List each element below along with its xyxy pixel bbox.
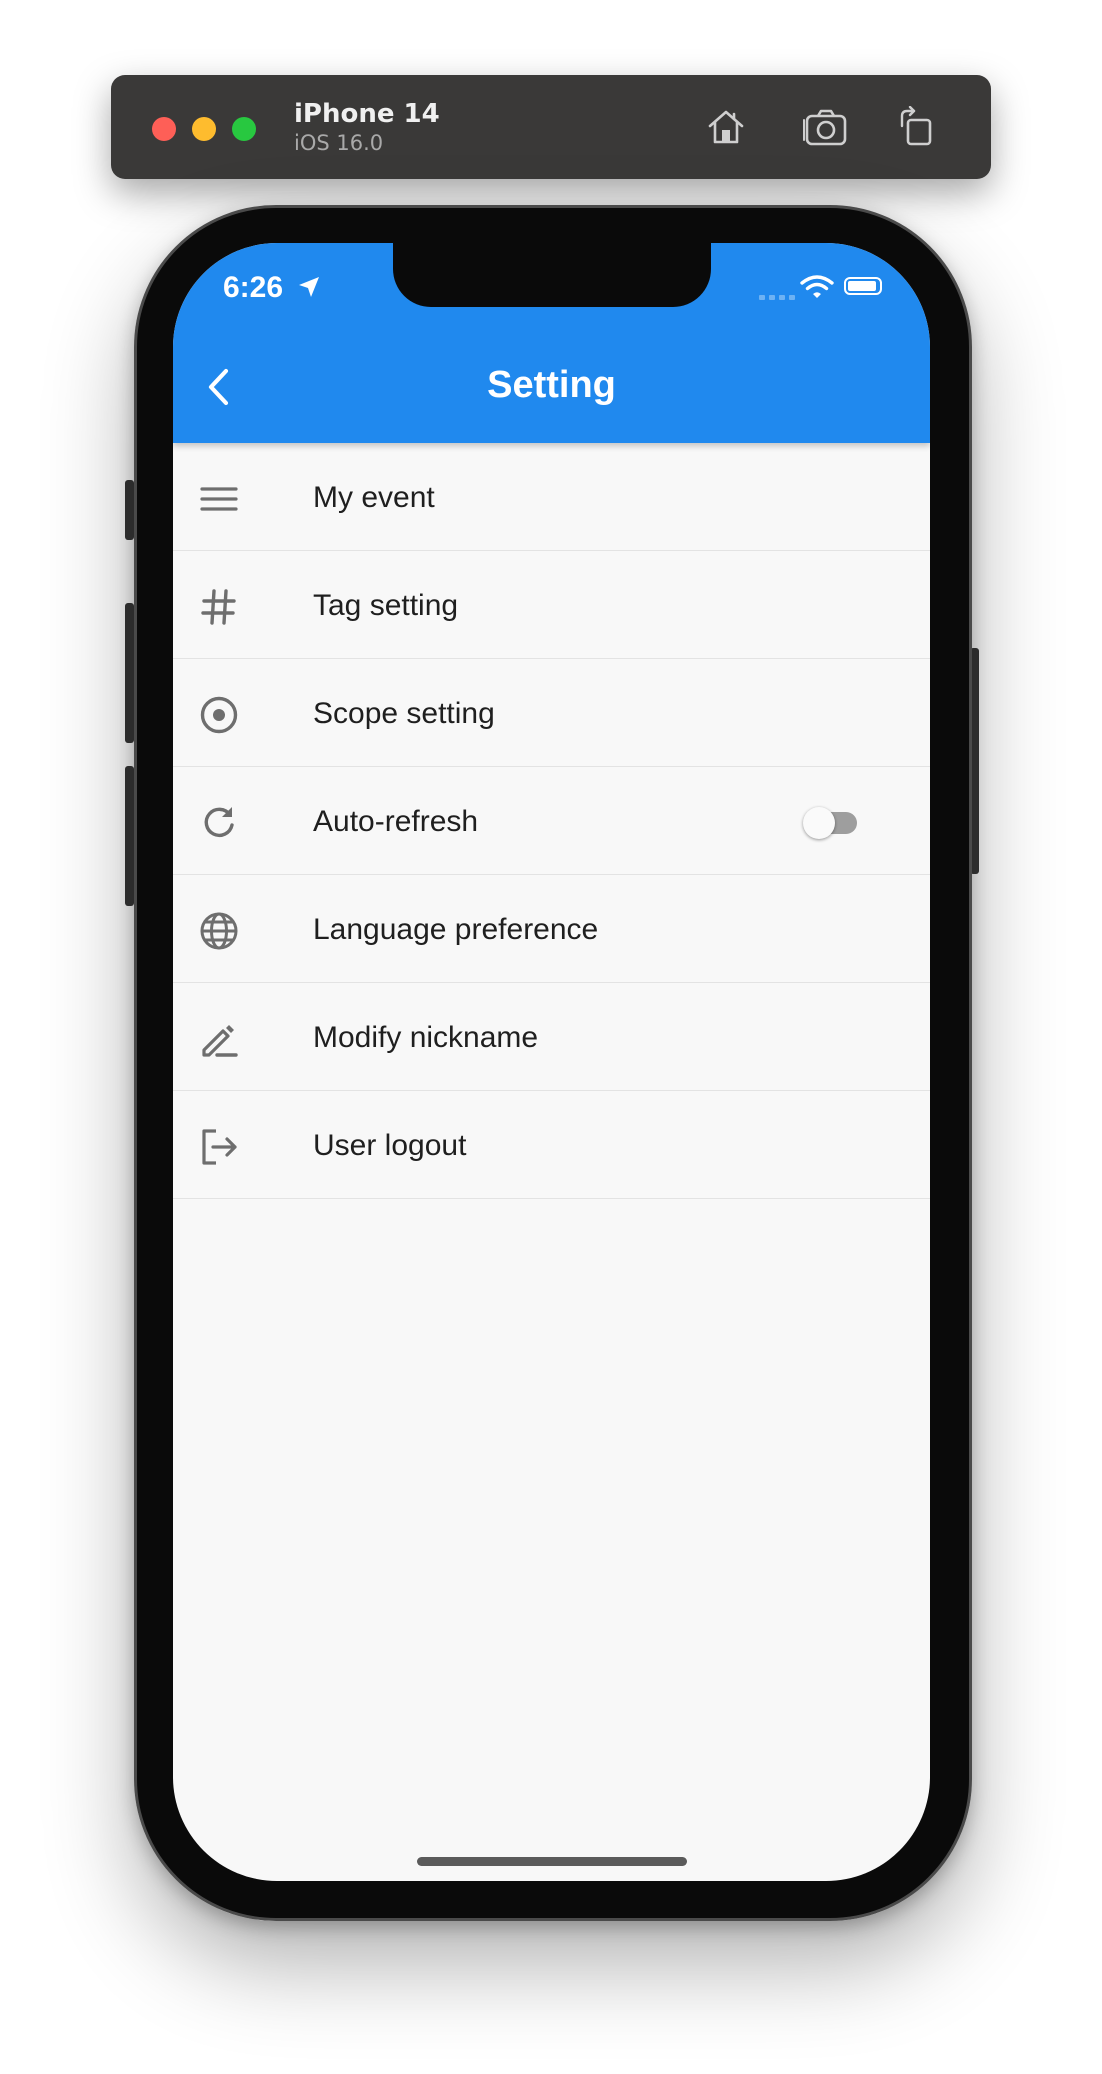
settings-item-scope-setting[interactable]: Scope setting — [173, 659, 930, 767]
settings-item-label: Language preference — [313, 913, 599, 946]
radio-target-icon — [199, 695, 239, 735]
zoom-window-button[interactable] — [232, 117, 256, 141]
settings-item-label: Modify nickname — [313, 1021, 539, 1054]
settings-item-language-preference[interactable]: Language preference — [173, 875, 930, 983]
volume-down-button — [125, 766, 134, 906]
edit-pen-icon — [199, 1019, 239, 1059]
screenshot-icon — [803, 109, 847, 146]
settings-item-user-logout[interactable]: User logout — [173, 1091, 930, 1199]
wifi-icon — [800, 275, 834, 298]
location-arrow-icon — [299, 277, 319, 297]
home-icon — [708, 110, 744, 144]
settings-item-label: My event — [313, 481, 435, 514]
battery-icon — [844, 277, 882, 295]
device-os-version: iOS 16.0 — [294, 131, 384, 155]
settings-item-label: Auto-refresh — [313, 805, 479, 838]
settings-list: My event Tag setting Scope setting Auto-… — [173, 443, 930, 1199]
settings-item-label: Scope setting — [313, 697, 495, 730]
rotate-button[interactable] — [892, 103, 940, 151]
hashtag-icon — [199, 587, 239, 627]
close-window-button[interactable] — [152, 117, 176, 141]
settings-item-auto-refresh[interactable]: Auto-refresh — [173, 767, 930, 875]
cellular-signal-icon — [759, 295, 795, 300]
mute-switch — [125, 480, 134, 540]
minimize-window-button[interactable] — [192, 117, 216, 141]
app-bar: 6:26 DEBUG Setting — [173, 243, 930, 443]
status-bar-time: 6:26 — [223, 271, 284, 304]
settings-item-my-event[interactable]: My event — [173, 443, 930, 551]
refresh-icon — [199, 803, 239, 843]
auto-refresh-toggle[interactable] — [803, 804, 859, 839]
settings-item-tag-setting[interactable]: Tag setting — [173, 551, 930, 659]
logout-icon — [199, 1127, 239, 1167]
simulator-title-bar: iPhone 14 iOS 16.0 — [111, 75, 991, 179]
screenshot-button[interactable] — [802, 103, 850, 151]
menu-icon — [199, 479, 239, 519]
phone-screen: 6:26 DEBUG Setting My — [173, 243, 930, 1881]
page-title: Setting — [487, 364, 616, 406]
settings-item-label: User logout — [313, 1129, 467, 1162]
settings-item-modify-nickname[interactable]: Modify nickname — [173, 983, 930, 1091]
home-button[interactable] — [702, 103, 750, 151]
dynamic-notch — [393, 243, 711, 307]
volume-up-button — [125, 603, 134, 743]
device-name: iPhone 14 — [294, 99, 440, 129]
toggle-thumb — [803, 807, 835, 839]
rotate-icon — [900, 106, 932, 146]
home-indicator[interactable] — [417, 1857, 687, 1866]
settings-item-label: Tag setting — [313, 589, 459, 622]
globe-icon — [199, 911, 239, 951]
